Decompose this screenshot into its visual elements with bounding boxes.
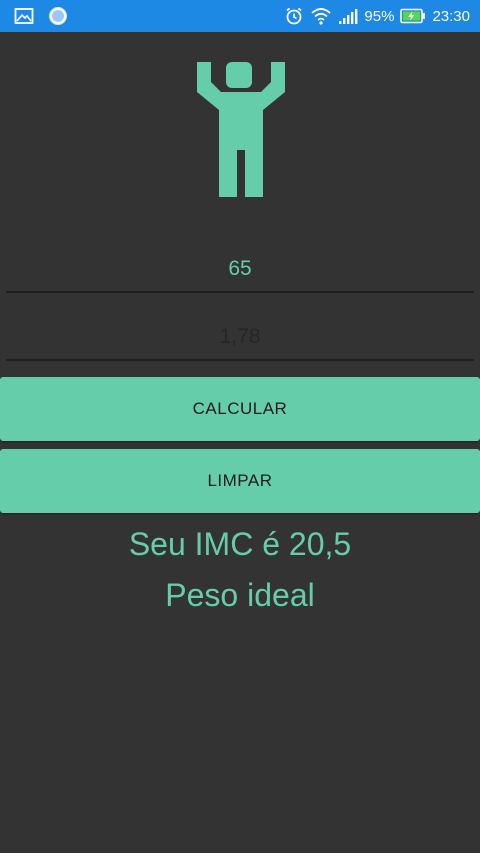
imc-result-text: Seu IMC é 20,5 [128, 526, 352, 562]
calculate-button[interactable]: CALCULAR [0, 377, 480, 441]
weight-field[interactable] [6, 247, 474, 293]
battery-charging-icon [400, 8, 426, 24]
battery-percent: 95% [364, 7, 395, 25]
height-input[interactable] [6, 325, 474, 349]
alarm-icon [284, 6, 304, 26]
clock: 23:30 [432, 7, 470, 25]
imc-calculator-screen: CALCULAR LIMPAR Seu IMC é 20,5 Peso idea… [0, 32, 480, 853]
sync-circle-icon [48, 6, 68, 31]
signal-icon [338, 7, 358, 25]
wifi-icon [310, 6, 332, 26]
weight-status-text: Peso ideal [165, 577, 315, 613]
status-bar: 95% 23:30 [0, 0, 480, 32]
height-field[interactable] [6, 315, 474, 361]
clear-button[interactable]: LIMPAR [0, 449, 480, 513]
weight-input[interactable] [6, 257, 474, 281]
gallery-icon [14, 7, 34, 30]
person-arms-raised-icon [195, 62, 287, 197]
